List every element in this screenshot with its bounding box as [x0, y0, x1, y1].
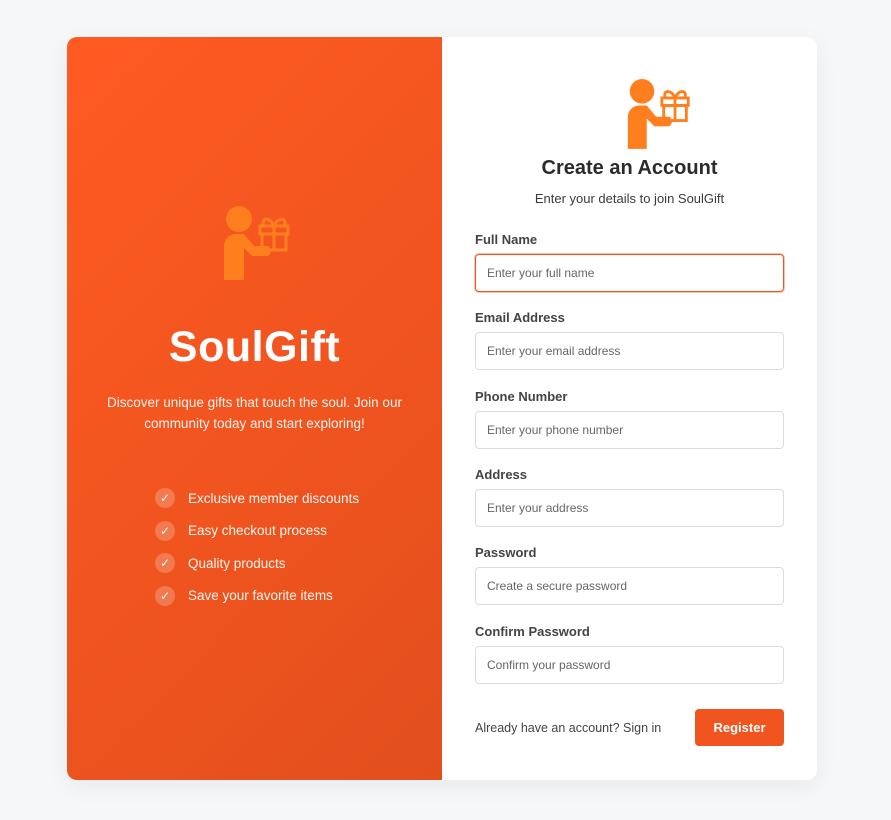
feature-item: ✓ Save your favorite items	[155, 585, 359, 607]
check-icon: ✓	[155, 488, 175, 508]
confirm-password-input[interactable]	[475, 646, 784, 684]
phone-label: Phone Number	[475, 389, 568, 404]
signin-prompt: Already have an account? Sign in	[475, 721, 661, 735]
password-field: Password	[475, 545, 784, 605]
form-actions: Already have an account? Sign in Registe…	[475, 709, 784, 746]
email-field: Email Address	[475, 310, 784, 370]
password-input[interactable]	[475, 567, 784, 605]
signin-text: Already have an account?	[475, 720, 620, 735]
address-label: Address	[475, 467, 528, 482]
feature-item: ✓ Exclusive member discounts	[155, 487, 359, 509]
brand-panel: SoulGift Discover unique gifts that touc…	[67, 37, 442, 780]
feature-label: Easy checkout process	[188, 523, 327, 538]
address-input[interactable]	[475, 489, 784, 527]
check-icon: ✓	[155, 585, 175, 606]
phone-input[interactable]	[475, 411, 784, 449]
password-label: Password	[475, 545, 537, 560]
signin-link[interactable]: Sign in	[623, 721, 661, 735]
full-name-input[interactable]	[475, 254, 784, 292]
person-with-gift-icon	[627, 79, 690, 149]
confirm-password-field: Confirm Password	[475, 624, 784, 684]
address-field: Address	[475, 467, 784, 527]
feature-label: Exclusive member discounts	[188, 490, 360, 506]
full-name-label: Full Name	[475, 232, 538, 247]
form-subtitle: Enter your details to join SoulGift	[534, 191, 725, 206]
feature-item: ✓ Quality products	[155, 552, 359, 574]
confirm-password-label: Confirm Password	[475, 624, 590, 639]
feature-list: ✓ Exclusive member discounts ✓ Easy chec…	[155, 487, 359, 617]
brand-tagline: Discover unique gifts that touch the sou…	[107, 395, 402, 431]
register-button[interactable]: Register	[695, 709, 784, 746]
check-icon: ✓	[155, 520, 175, 541]
brand-name: SoulGift	[168, 323, 341, 371]
form-panel: Create an Account Enter your details to …	[442, 37, 817, 780]
email-label: Email Address	[475, 310, 565, 325]
form-title: Create an Account	[541, 157, 718, 179]
feature-item: ✓ Easy checkout process	[155, 520, 359, 542]
email-input[interactable]	[475, 332, 784, 370]
signup-card: SoulGift Discover unique gifts that touc…	[67, 37, 817, 780]
feature-label: Save your favorite items	[188, 588, 333, 603]
full-name-field: Full Name	[475, 232, 784, 292]
phone-field: Phone Number	[475, 389, 784, 449]
check-icon: ✓	[155, 553, 175, 573]
person-with-gift-icon	[224, 206, 290, 280]
feature-label: Quality products	[188, 555, 286, 571]
